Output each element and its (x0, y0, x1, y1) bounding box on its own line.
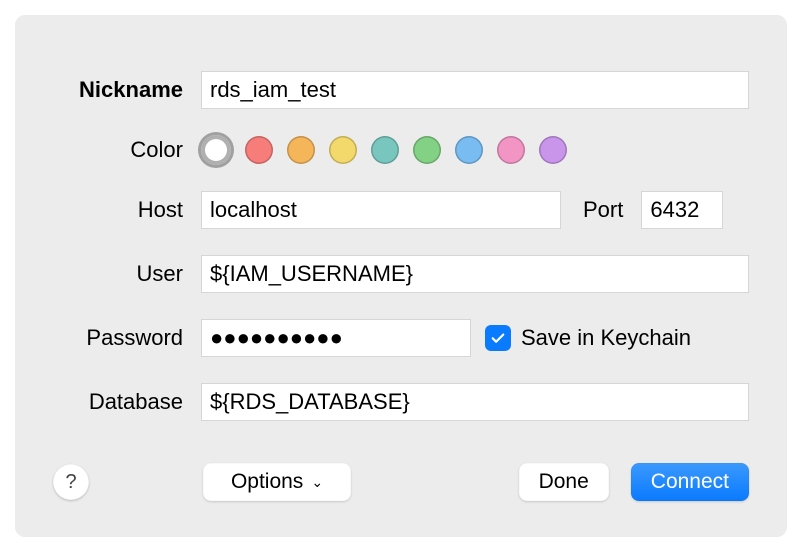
row-user: User (53, 255, 749, 293)
port-input[interactable] (641, 191, 723, 229)
label-nickname: Nickname (53, 77, 201, 103)
options-button[interactable]: Options ⌄ (203, 463, 351, 501)
connect-label: Connect (651, 470, 729, 494)
footer: ? Options ⌄ Done Connect (53, 463, 749, 501)
save-keychain-checkbox[interactable] (485, 325, 511, 351)
help-icon: ? (65, 471, 76, 494)
label-host: Host (53, 197, 201, 223)
label-user: User (53, 261, 201, 287)
color-swatch-purple[interactable] (539, 136, 567, 164)
help-button[interactable]: ? (53, 464, 89, 500)
host-input[interactable] (201, 191, 561, 229)
row-color: Color (53, 135, 749, 165)
done-button[interactable]: Done (519, 463, 609, 501)
color-swatch-none[interactable] (201, 135, 231, 165)
options-label: Options (231, 470, 303, 494)
label-port: Port (583, 197, 623, 223)
user-input[interactable] (201, 255, 749, 293)
row-database: Database (53, 383, 749, 421)
connect-button[interactable]: Connect (631, 463, 749, 501)
label-database: Database (53, 389, 201, 415)
row-host: Host Port (53, 191, 749, 229)
chevron-down-icon: ⌄ (311, 474, 323, 491)
color-swatches (201, 135, 567, 165)
nickname-input[interactable] (201, 71, 749, 109)
connection-panel: Nickname Color Host Port (15, 15, 787, 537)
color-swatch-yellow[interactable] (329, 136, 357, 164)
check-icon (489, 329, 507, 347)
label-color: Color (53, 137, 201, 163)
database-input[interactable] (201, 383, 749, 421)
color-swatch-blue[interactable] (455, 136, 483, 164)
done-label: Done (539, 470, 589, 494)
color-swatch-orange[interactable] (287, 136, 315, 164)
color-swatch-teal[interactable] (371, 136, 399, 164)
row-nickname: Nickname (53, 71, 749, 109)
password-input[interactable] (201, 319, 471, 357)
row-password: Password Save in Keychain (53, 319, 749, 357)
color-swatch-pink[interactable] (497, 136, 525, 164)
color-swatch-red[interactable] (245, 136, 273, 164)
save-keychain-wrap: Save in Keychain (485, 325, 691, 351)
save-keychain-label: Save in Keychain (521, 325, 691, 351)
color-swatch-green[interactable] (413, 136, 441, 164)
label-password: Password (53, 325, 201, 351)
